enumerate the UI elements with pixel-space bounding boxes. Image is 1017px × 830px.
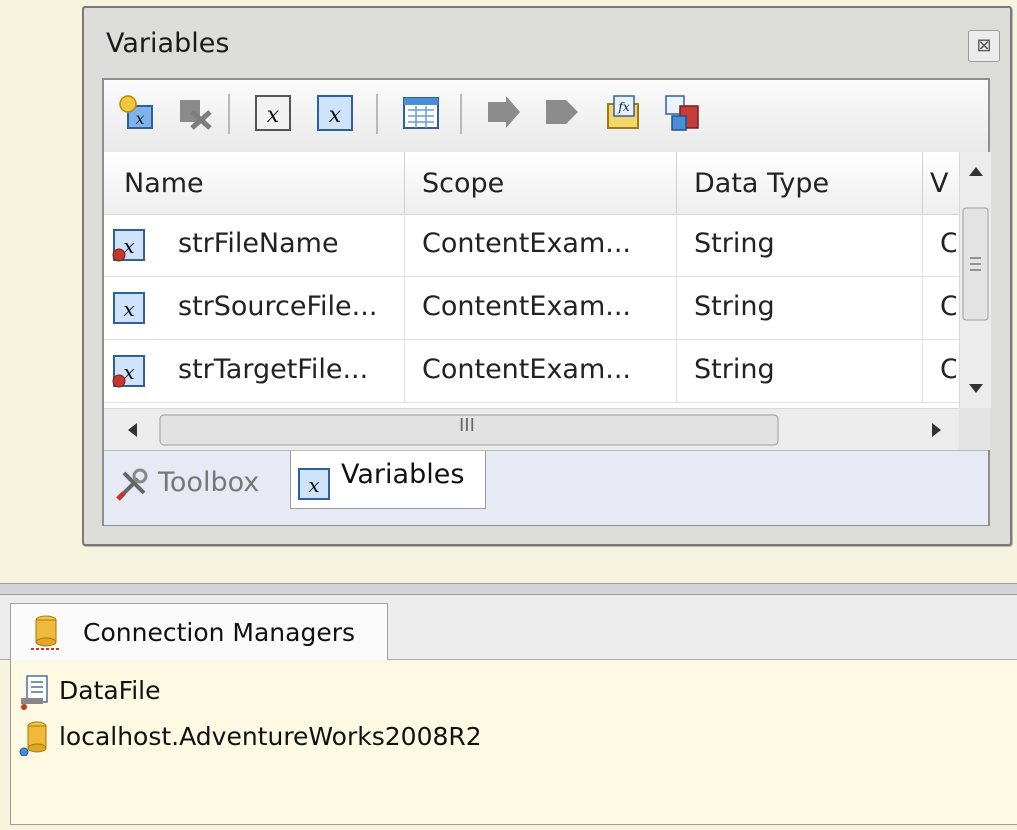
column-header-value[interactable]: V [930, 168, 956, 199]
toolbar-separator [460, 94, 462, 134]
window-tabs: Toolbox x Variables [104, 450, 988, 525]
toolbar-separator [376, 94, 378, 134]
variables-grid: Name Scope Data Type V x strFileName Con… [104, 152, 959, 408]
variable-icon: x [112, 291, 146, 325]
parameterize-icon[interactable] [664, 94, 702, 132]
column-header-data-type[interactable]: Data Type [694, 168, 914, 199]
variable-name: strTargetFile... [178, 354, 369, 385]
variable-name: strSourceFile... [178, 291, 378, 322]
svg-text:x: x [135, 109, 144, 128]
variable-value: C [940, 228, 956, 259]
grid-header: Name Scope Data Type V [104, 152, 959, 215]
delete-variable-icon[interactable] [176, 94, 214, 132]
vertical-scrollbar[interactable] [959, 152, 991, 408]
window-title: Variables [106, 28, 230, 59]
column-divider[interactable] [922, 152, 923, 214]
toolbar-separator [228, 94, 230, 134]
add-variable-icon[interactable]: x [118, 94, 156, 132]
toolbox-icon [114, 467, 154, 510]
table-row[interactable]: x strTargetFile... ContentExam... String… [104, 340, 959, 403]
variables-toolbar: x x x fx [104, 80, 988, 153]
variables-window: Variables ⊠ x x x fx Name Scope Data Typ… [82, 6, 1012, 546]
tab-label: Toolbox [158, 467, 260, 498]
flat-file-connection-icon [19, 675, 59, 710]
close-icon[interactable]: ⊠ [968, 30, 1000, 62]
column-divider[interactable] [404, 152, 405, 214]
variable-name: strFileName [178, 228, 339, 259]
variable-expression-icon: x [112, 354, 146, 388]
tab-connection-managers[interactable]: Connection Managers [10, 603, 388, 661]
edit-expression-icon[interactable]: fx [604, 94, 642, 132]
connection-label: DataFile [58, 676, 161, 705]
variable-data-type: String [694, 291, 775, 322]
svg-text:x: x [123, 297, 134, 321]
list-item[interactable]: localhost.AdventureWorks2008R2 [19, 720, 482, 757]
column-header-scope[interactable]: Scope [422, 168, 672, 199]
svg-text:x: x [267, 103, 280, 128]
tab-label: Connection Managers [83, 618, 356, 647]
tab-label: Variables [341, 459, 465, 490]
variables-icon: x [297, 467, 331, 508]
variable-value: C [940, 291, 956, 322]
scrollbar-grip: III [459, 415, 475, 436]
variable-scope: ContentExam... [422, 228, 632, 259]
variable-expression-icon: x [112, 228, 146, 262]
variable-data-type: String [694, 228, 775, 259]
variables-panel: x x x fx Name Scope Data Type V x strFil… [102, 78, 991, 526]
splitter[interactable] [0, 583, 1017, 595]
connection-label: localhost.AdventureWorks2008R2 [58, 722, 482, 751]
choose-columns-icon[interactable] [402, 94, 440, 132]
move-variable-icon[interactable] [484, 94, 522, 132]
connection-managers-list: DataFile localhost.AdventureWorks2008R2 [10, 660, 1017, 825]
tab-variables[interactable]: x Variables [290, 451, 486, 509]
table-row[interactable]: x strFileName ContentExam... String C [104, 214, 959, 277]
variable-value: C [940, 354, 956, 385]
tab-toolbox[interactable]: Toolbox [110, 457, 290, 509]
column-divider[interactable] [676, 152, 677, 214]
connection-managers-tabstrip: Connection Managers [0, 595, 1017, 661]
show-all-variables-icon[interactable]: x [316, 94, 354, 132]
svg-text:x: x [308, 473, 319, 497]
svg-text:x: x [329, 103, 342, 128]
list-item[interactable]: DataFile [19, 674, 160, 710]
show-system-variables-icon[interactable]: x [254, 94, 292, 132]
copy-variable-icon[interactable] [542, 94, 580, 132]
ole-db-connection-icon [19, 721, 59, 757]
table-row[interactable]: x strSourceFile... ContentExam... String… [104, 277, 959, 340]
column-header-name[interactable]: Name [124, 168, 404, 199]
variable-data-type: String [694, 354, 775, 385]
variable-scope: ContentExam... [422, 354, 632, 385]
variable-scope: ContentExam... [422, 291, 632, 322]
svg-text:fx: fx [617, 100, 629, 114]
horizontal-scrollbar[interactable]: III [104, 408, 959, 451]
database-icon [29, 614, 63, 658]
scroll-corner [959, 408, 990, 450]
